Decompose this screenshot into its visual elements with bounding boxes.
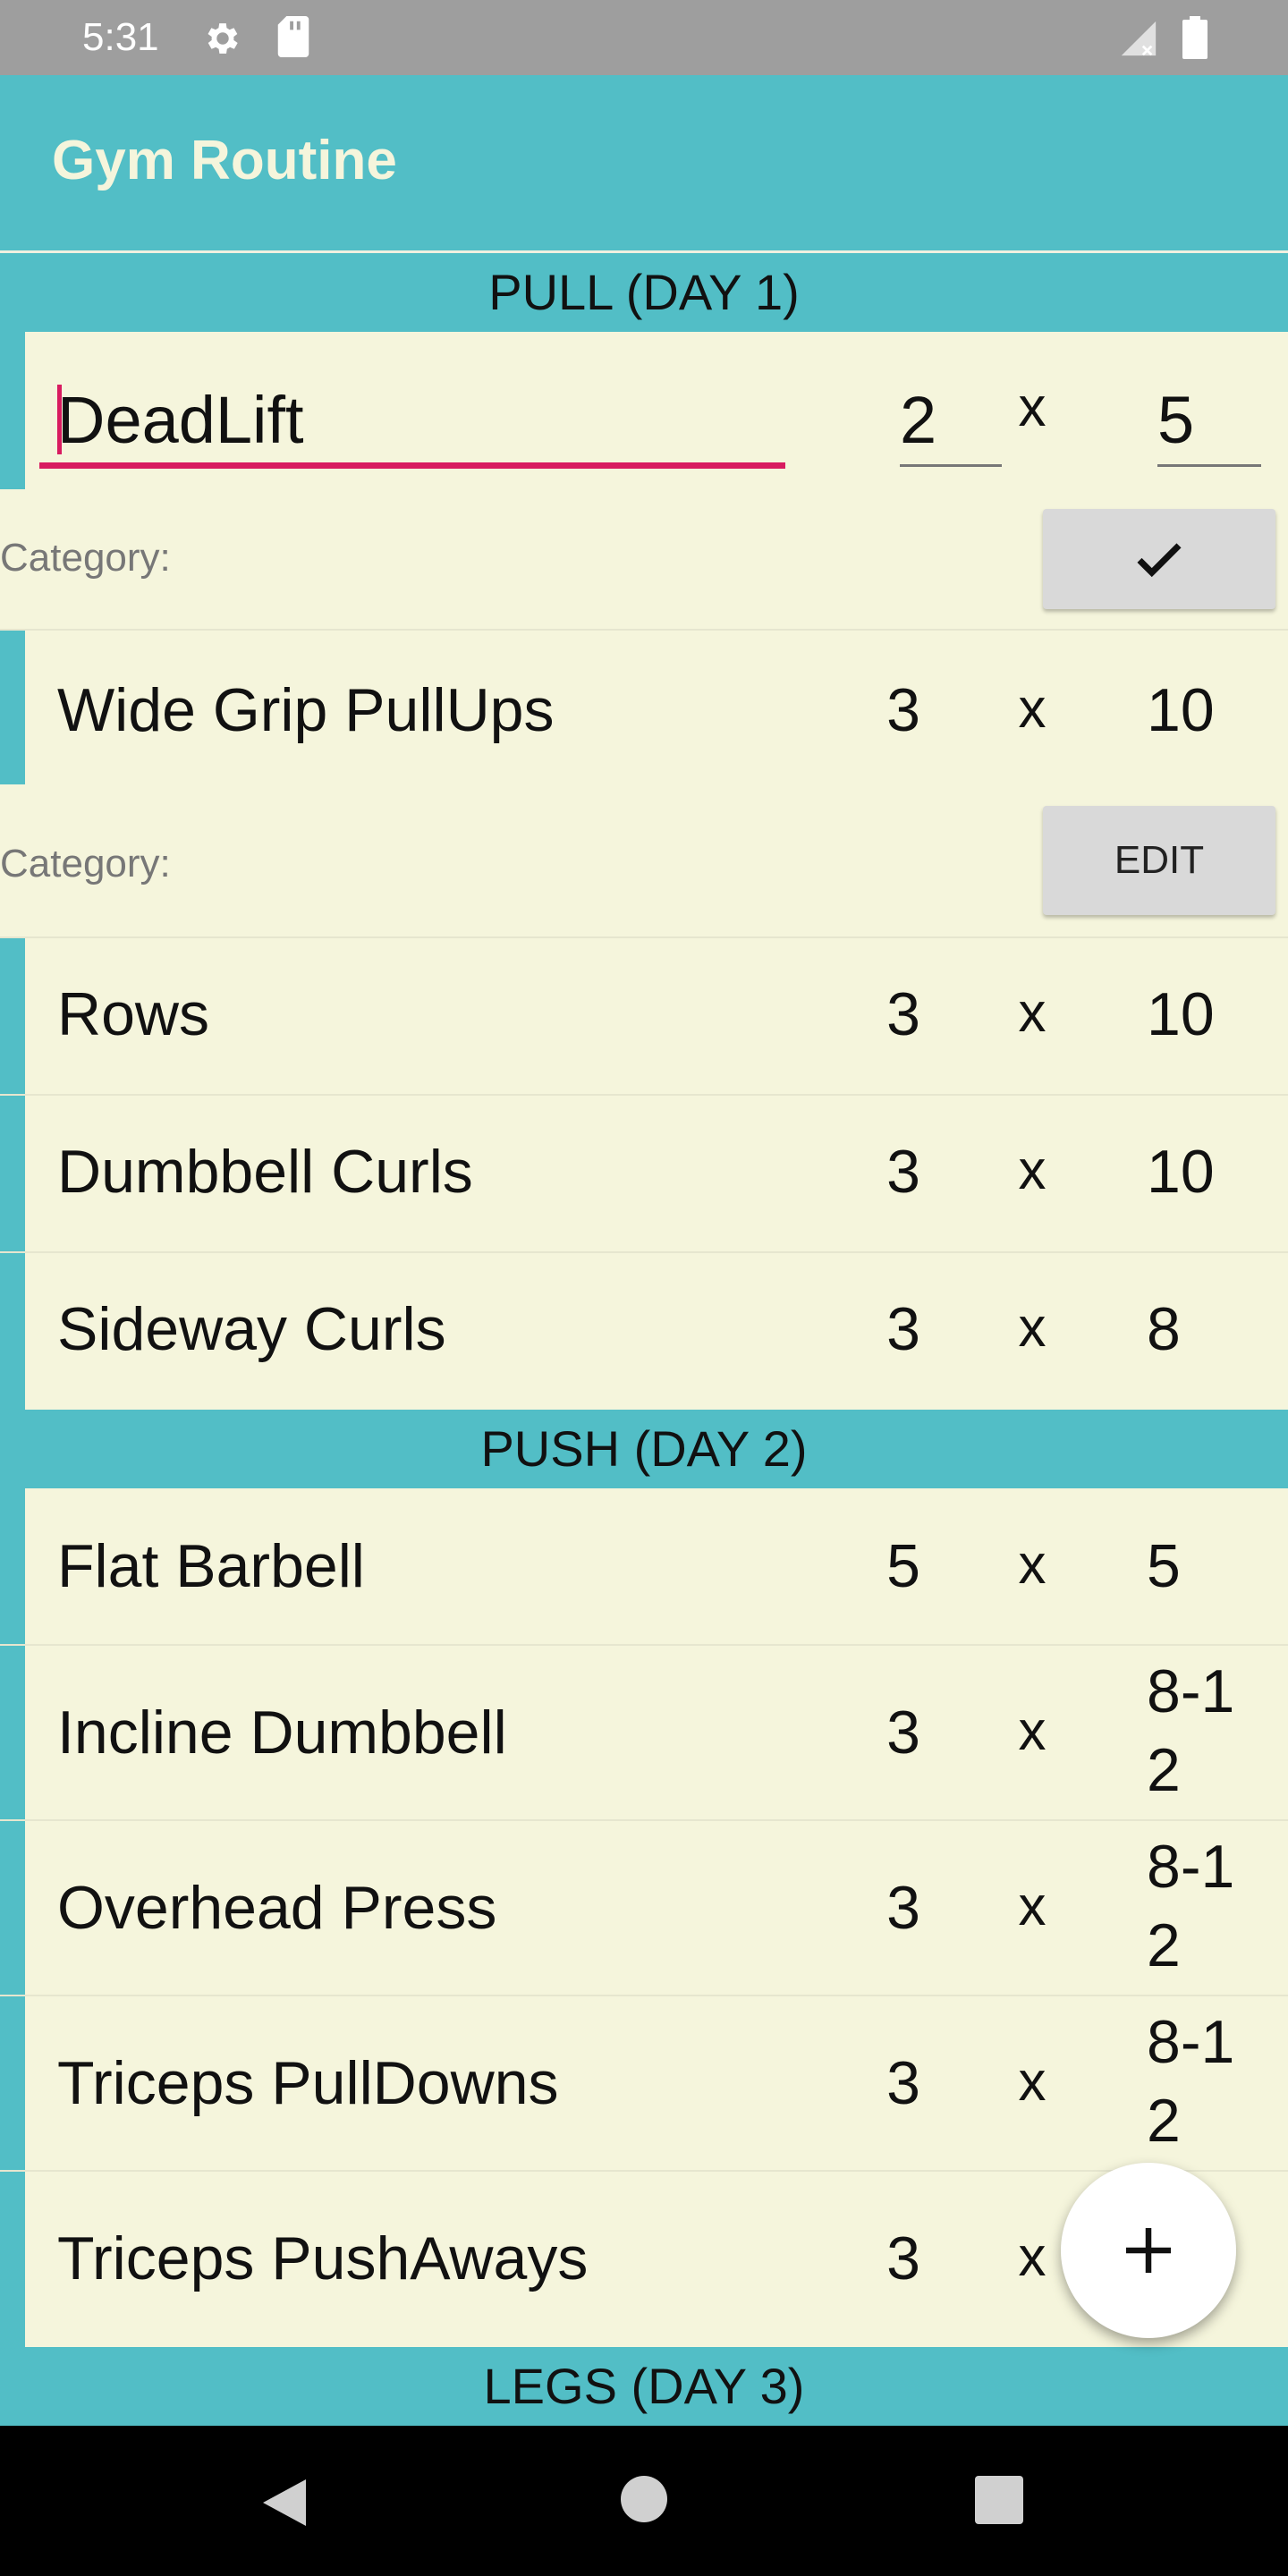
section-header-legs: LEGS (DAY 3) [0, 2347, 1288, 2426]
row-accent [0, 2172, 25, 2347]
app-bar: Gym Routine [0, 75, 1288, 250]
sets-value: 2 [900, 383, 937, 457]
exercise-sets: 3 [886, 2049, 920, 2117]
row-accent [0, 631, 25, 784]
exercise-name: Triceps PullDowns [57, 2049, 559, 2117]
settings-gear-icon [208, 23, 238, 54]
exercise-row[interactable]: Rows 3 x 10 [0, 938, 1288, 1096]
section-header-push: PUSH (DAY 2) [0, 1410, 1288, 1488]
signal-icon [1121, 21, 1157, 56]
exercise-reps-line1: 8-1 [1147, 1833, 1235, 1901]
exercise-name: Incline Dumbbell [57, 1699, 507, 1767]
home-icon[interactable] [621, 2476, 667, 2522]
navigation-bar [0, 2426, 1288, 2576]
reps-input[interactable]: 5 [1157, 361, 1261, 467]
exercise-sets: 3 [886, 1699, 920, 1767]
exercise-reps: 10 [1147, 676, 1215, 744]
times-label: x [1018, 2051, 1046, 2113]
exercise-reps: 10 [1147, 980, 1215, 1048]
exercise-reps: 10 [1147, 1138, 1215, 1206]
app-title: Gym Routine [52, 130, 397, 191]
exercise-name: Sideway Curls [57, 1295, 446, 1363]
times-label: x [1018, 1297, 1046, 1359]
times-label: x [1018, 982, 1046, 1044]
status-time: 5:31 [82, 15, 159, 59]
exercise-sets: 3 [886, 1138, 920, 1206]
edit-button[interactable]: EDIT [1043, 806, 1275, 915]
exercise-row[interactable]: Wide Grip PullUps 3 x 10 [0, 631, 1288, 784]
exercise-reps-line2: 2 [1147, 1911, 1181, 1979]
exercise-sets: 3 [886, 2224, 920, 2292]
category-label: Category: [0, 536, 171, 580]
exercise-row[interactable]: Dumbbell Curls 3 x 10 [0, 1096, 1288, 1253]
exercise-name: Triceps PushAways [57, 2224, 589, 2292]
exercise-row[interactable]: Sideway Curls 3 x 8 [0, 1253, 1288, 1410]
row-accent [0, 1488, 25, 1644]
times-label: x [1018, 1140, 1046, 1201]
section-header-pull: PULL (DAY 1) [0, 253, 1288, 332]
exercise-sets: 3 [886, 1295, 920, 1363]
row-accent [0, 1646, 25, 1819]
exercise-row[interactable]: Incline Dumbbell 3 x 8-1 2 [0, 1646, 1288, 1821]
screen: 5:31 Gym Routine PULL (DAY 1) DeadLift 2… [0, 0, 1288, 2576]
confirm-button[interactable] [1043, 509, 1275, 609]
times-label: x [1018, 1534, 1046, 1596]
reps-value: 5 [1157, 383, 1195, 457]
times-label: x [1018, 377, 1046, 438]
exercise-name-value: DeadLift [57, 383, 304, 457]
row-accent [0, 938, 25, 1094]
exercise-name: Overhead Press [57, 1874, 497, 1942]
exercise-name: Wide Grip PullUps [57, 676, 555, 744]
plus-icon [1126, 2228, 1171, 2273]
text-cursor [57, 385, 62, 454]
times-label: x [1018, 1876, 1046, 1937]
row-accent [0, 1096, 25, 1251]
exercise-sets: 3 [886, 676, 920, 744]
sd-card-icon [277, 16, 309, 57]
status-bar: 5:31 [0, 0, 1288, 75]
exercise-reps: 8 [1147, 1295, 1181, 1363]
exercise-reps-line2: 2 [1147, 1736, 1181, 1804]
exercise-sets: 3 [886, 1874, 920, 1942]
battery-icon [1182, 16, 1208, 59]
category-row: Category: [0, 489, 1288, 629]
exercise-name: Dumbbell Curls [57, 1138, 473, 1206]
exercise-name: Rows [57, 980, 210, 1048]
exercise-reps: 5 [1147, 1532, 1181, 1600]
sets-input[interactable]: 2 [900, 361, 1002, 467]
times-label: x [1018, 2226, 1046, 2288]
row-accent [0, 1253, 25, 1410]
exercise-reps-line2: 2 [1147, 2087, 1181, 2155]
exercise-row[interactable]: Triceps PullDowns 3 x 8-1 2 [0, 1996, 1288, 2172]
exercise-sets: 3 [886, 980, 920, 1048]
exercise-row[interactable]: Overhead Press 3 x 8-1 2 [0, 1821, 1288, 1996]
check-icon [1137, 543, 1182, 578]
row-accent [0, 1996, 25, 2170]
recent-apps-icon[interactable] [975, 2476, 1023, 2524]
row-accent [0, 1821, 25, 1995]
edit-button-label: EDIT [1114, 838, 1205, 882]
exercise-reps-line1: 8-1 [1147, 2008, 1235, 2076]
row-accent [0, 332, 25, 489]
exercise-name: Flat Barbell [57, 1532, 365, 1600]
add-exercise-fab[interactable] [1061, 2163, 1236, 2338]
exercise-sets: 5 [886, 1532, 920, 1600]
category-label: Category: [0, 842, 171, 886]
category-row: Category: EDIT [0, 784, 1288, 936]
exercise-row[interactable]: Flat Barbell 5 x 5 [0, 1488, 1288, 1646]
exercise-reps-line1: 8-1 [1147, 1657, 1235, 1725]
times-label: x [1018, 678, 1046, 740]
back-icon[interactable] [259, 2476, 309, 2529]
exercise-name-input[interactable]: DeadLift [39, 361, 785, 467]
times-label: x [1018, 1700, 1046, 1762]
